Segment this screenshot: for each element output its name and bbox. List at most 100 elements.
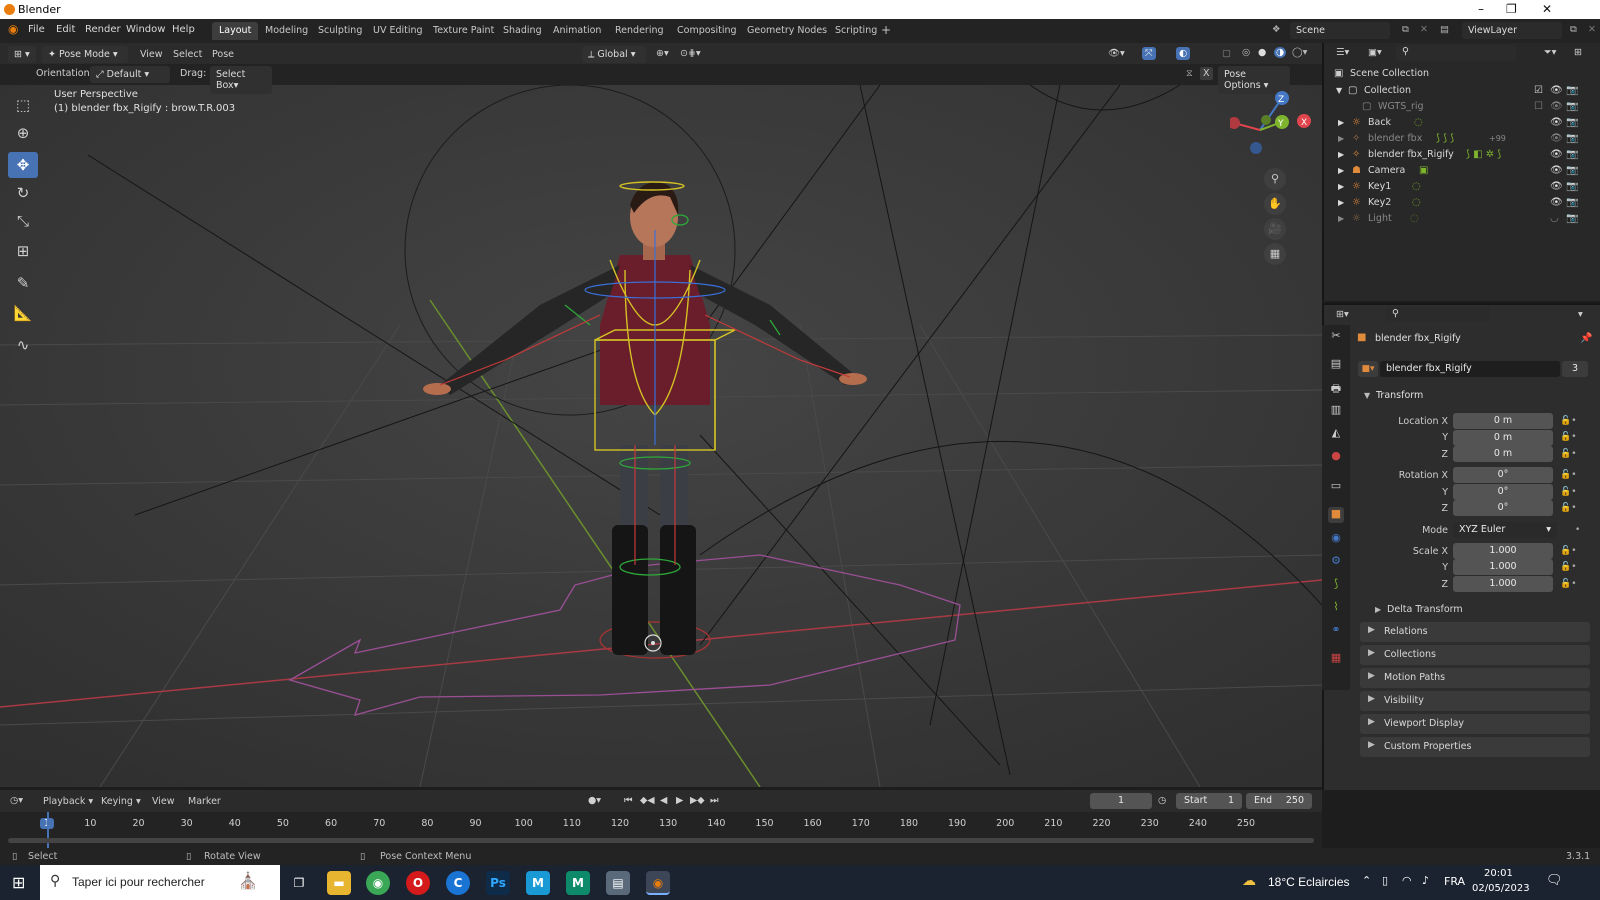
world-tab-icon[interactable]: ● [1328, 449, 1344, 465]
outliner-row-camera[interactable]: ▶ ☗ Camera ▣ 👁 📷 [1324, 163, 1600, 180]
frame-tick[interactable]: 100 [515, 818, 533, 829]
eye-icon[interactable]: 👁 [1550, 133, 1563, 144]
frame-tick[interactable]: 230 [1141, 818, 1159, 829]
timeline-scrollbar[interactable] [8, 838, 1314, 843]
tool-tab-icon[interactable]: ✂ [1328, 329, 1344, 345]
tab-animation[interactable]: Animation [546, 22, 608, 40]
object-name-field[interactable]: blender fbx_Rigify [1380, 361, 1560, 377]
scale-y-field[interactable]: 1.000 [1453, 559, 1553, 575]
panel-custom-properties[interactable]: ▶ Custom Properties [1360, 737, 1590, 757]
checkbox-icon[interactable]: ☐ [1534, 101, 1543, 112]
battery-icon[interactable]: ▯ [1382, 874, 1388, 887]
frame-tick[interactable]: 220 [1092, 818, 1110, 829]
outliner-row-blender-fbx[interactable]: ▶ ✧ blender fbx ⟆ ⟆ ⟆ +99 👁 📷 [1324, 131, 1600, 148]
camera-render-icon[interactable]: 📷 [1566, 133, 1578, 144]
orientation-dropdown[interactable]: ⤢ Default ▾ [90, 66, 170, 83]
transform-tool[interactable]: ⊞ [8, 238, 38, 264]
physics-tab-icon[interactable]: ◉ [1328, 531, 1344, 547]
scene-browse-icon[interactable]: ❖ [1272, 24, 1281, 35]
panel-relations[interactable]: ▶ Relations [1360, 622, 1590, 642]
rendered-shading-icon[interactable]: ◯▾ [1292, 47, 1307, 58]
timeline-view-menu[interactable]: View [152, 796, 175, 807]
frame-tick[interactable]: 150 [755, 818, 773, 829]
expand-arrow-icon[interactable]: ▶ [1338, 198, 1344, 207]
lock-icon[interactable]: 🔓• [1560, 503, 1577, 513]
tab-rendering[interactable]: Rendering [608, 22, 671, 40]
window-app-icon[interactable]: ▤ [606, 871, 630, 895]
lock-icon[interactable]: 🔓• [1560, 579, 1577, 589]
current-frame-field[interactable]: 1 [1090, 793, 1152, 809]
delete-view-layer-icon[interactable]: ✕ [1588, 24, 1596, 35]
eye-icon[interactable]: 👁 [1550, 181, 1563, 192]
start-frame-field[interactable]: Start 1 [1176, 793, 1242, 809]
panel-visibility[interactable]: ▶ Visibility [1360, 691, 1590, 711]
marker-menu[interactable]: Marker [188, 796, 221, 807]
camera-render-icon[interactable]: 📷 [1566, 149, 1578, 160]
delta-expand-icon[interactable]: ▶ [1375, 605, 1381, 614]
frame-tick[interactable]: 160 [804, 818, 822, 829]
cursor-tool[interactable]: ⊕ [8, 120, 38, 146]
panel-motion-paths[interactable]: ▶ Motion Paths [1360, 668, 1590, 688]
clock-date[interactable]: 02/05/2023 [1472, 883, 1530, 894]
frame-tick[interactable]: 90 [470, 818, 482, 829]
lock-icon[interactable]: 🔓• [1560, 562, 1577, 572]
rotation-mode-dropdown[interactable]: XYZ Euler ▾ [1453, 522, 1557, 538]
editor-type-dropdown[interactable]: ⊞ ▾ [8, 46, 36, 63]
keying-menu[interactable]: Keying ▾ [101, 796, 141, 807]
tab-geometry-nodes[interactable]: Geometry Nodes [740, 22, 834, 40]
location-y-field[interactable]: 0 m [1453, 430, 1553, 446]
scene-canvas[interactable] [0, 85, 1322, 787]
tab-shading[interactable]: Shading [496, 22, 549, 40]
annotate-tool[interactable]: ✎ [8, 270, 38, 296]
outliner-row-light[interactable]: ▶ ☼ Light ◌ ◡ 📷 [1324, 211, 1600, 228]
bone-tab-icon[interactable]: ⌇ [1328, 600, 1344, 616]
pin-icon[interactable]: 📌 [1580, 333, 1592, 344]
transform-orientation-dropdown[interactable]: ⟂ Global ▾ [582, 46, 646, 63]
frame-tick[interactable]: 110 [563, 818, 581, 829]
new-collection-icon[interactable]: ⊞ [1574, 47, 1582, 58]
rotate-tool[interactable]: ↻ [8, 180, 38, 206]
tray-up-arrow-icon[interactable]: ⌃ [1362, 874, 1371, 887]
move-tool[interactable]: ✥ [8, 152, 38, 178]
camera-render-icon[interactable]: 📷 [1566, 165, 1578, 176]
outliner-search-input[interactable]: ⚲ [1396, 45, 1516, 61]
menu-help[interactable]: Help [172, 24, 195, 35]
overlay-toggle-icon[interactable]: ◐ [1176, 47, 1191, 60]
collection-tab-icon[interactable]: ▭ [1328, 479, 1344, 495]
eye-icon[interactable]: 👁 [1550, 197, 1563, 208]
scene-tab-icon[interactable]: ◭ [1328, 426, 1344, 442]
close-button[interactable]: ✕ [1542, 2, 1552, 16]
frame-tick[interactable]: 140 [707, 818, 725, 829]
lock-icon[interactable]: 🔓• [1560, 487, 1577, 497]
x-mirror-toggle[interactable]: X [1200, 67, 1213, 80]
menu-edit[interactable]: Edit [56, 24, 75, 35]
eye-icon[interactable]: 👁 [1550, 117, 1563, 128]
expand-arrow-icon[interactable]: ▶ [1338, 118, 1344, 127]
expand-arrow-icon[interactable]: ▶ [1338, 134, 1344, 143]
object-tab-icon[interactable]: ■ [1328, 507, 1344, 523]
taskbar-search-box[interactable]: ⚲ Taper ici pour rechercher ⛪ [40, 865, 280, 900]
menu-pose[interactable]: Pose [212, 49, 234, 60]
mirror-icon[interactable]: ⧖ [1186, 68, 1193, 79]
jump-start-icon[interactable]: ⏮ [624, 795, 633, 806]
volume-icon[interactable]: ♪ [1422, 874, 1429, 887]
record-icon[interactable]: ●▾ [588, 795, 601, 806]
camera-render-icon[interactable]: 📷 [1566, 101, 1578, 112]
new-scene-icon[interactable]: ⧉ [1402, 24, 1409, 35]
menu-select[interactable]: Select [173, 49, 202, 60]
camera-render-icon[interactable]: 📷 [1566, 213, 1578, 224]
frame-tick[interactable]: 80 [421, 818, 433, 829]
menu-render[interactable]: Render [85, 24, 121, 35]
ortho-grid-icon[interactable]: ▦ [1264, 243, 1286, 265]
m-app-icon[interactable]: M [566, 871, 590, 895]
wifi-icon[interactable]: ◠ [1402, 874, 1412, 887]
zoom-icon[interactable]: ⚲ [1264, 168, 1286, 190]
properties-search-input[interactable]: ⚲ [1386, 307, 1490, 322]
play-reverse-icon[interactable]: ◀ [660, 795, 667, 806]
task-view-icon[interactable]: ❐ [287, 871, 311, 895]
navigation-gizmo[interactable]: Z Y X ⚲ ✋ 🎥 ▦ [1230, 90, 1320, 265]
windows-start-icon[interactable]: ⊞ [12, 873, 25, 892]
xray-icon[interactable]: ▢ [1222, 48, 1231, 59]
eye-icon[interactable]: 👁 [1550, 165, 1563, 176]
outliner-editor-type-icon[interactable]: ☰▾ [1336, 47, 1349, 58]
